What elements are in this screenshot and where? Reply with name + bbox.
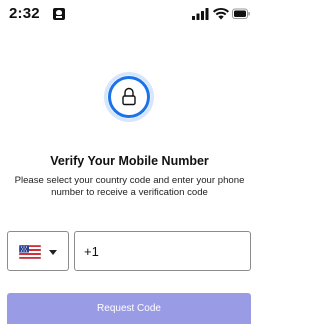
request-code-button[interactable]: Request Code [7,293,251,324]
lock-badge [103,71,155,123]
page-title: Verify Your Mobile Number [50,154,209,168]
page-subtitle: Please select your country code and ente… [14,175,245,198]
status-time: 2:32 [9,5,40,22]
country-code-select[interactable] [7,231,69,271]
phone-number-input[interactable] [74,231,251,271]
battery-icon [232,8,250,19]
cellular-signal-icon [192,8,209,20]
chevron-down-icon [49,250,57,255]
wifi-icon [213,7,229,20]
status-bar: 2:32 [0,0,259,34]
person-id-icon [53,8,65,20]
status-icons [192,7,250,21]
us-flag-icon [19,245,41,259]
